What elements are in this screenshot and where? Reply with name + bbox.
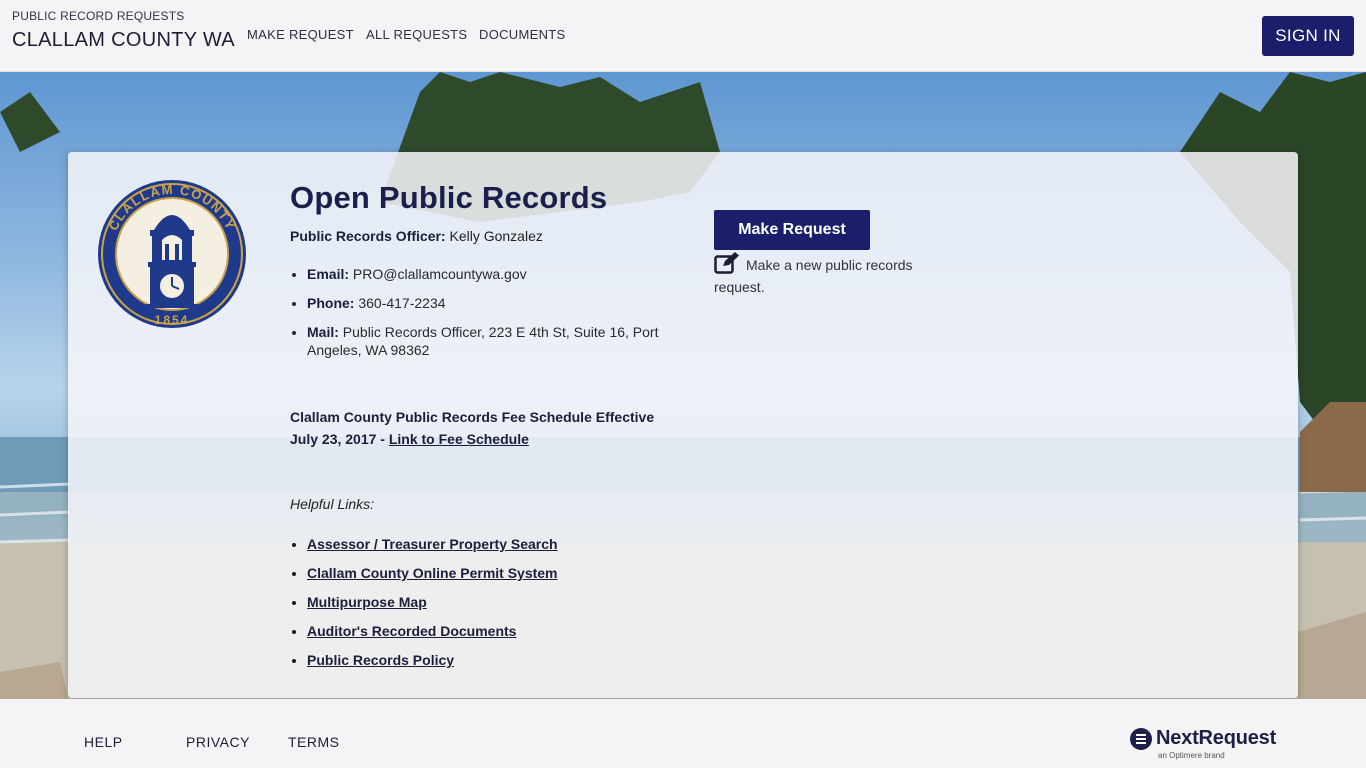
phone-value: 360-417-2234 <box>358 295 446 311</box>
footer-terms-link[interactable]: TERMS <box>288 734 340 750</box>
make-request-description: Make a new public records request. <box>714 252 954 298</box>
contact-phone: Phone: 360-417-2234 <box>307 294 707 312</box>
list-item: Clallam County Online Permit System <box>307 564 707 583</box>
fee-schedule-notice: Clallam County Public Records Fee Schedu… <box>290 406 680 450</box>
list-item: Auditor's Recorded Documents <box>307 622 707 641</box>
nextrequest-name: NextRequest <box>1156 727 1277 749</box>
email-value: PRO@clallamcountywa.gov <box>352 266 527 282</box>
nav-all-requests[interactable]: ALL REQUESTS <box>366 27 467 42</box>
list-item: Multipurpose Map <box>307 593 707 612</box>
fee-schedule-link[interactable]: Link to Fee Schedule <box>389 431 529 447</box>
multipurpose-map-link[interactable]: Multipurpose Map <box>307 594 427 610</box>
site-subtitle: PUBLIC RECORD REQUESTS <box>12 9 185 23</box>
nav-documents[interactable]: DOCUMENTS <box>479 27 565 42</box>
nextrequest-icon <box>1130 728 1152 750</box>
county-seal-logo: CLALLAM COUNTY 1854 <box>98 180 246 328</box>
nav-make-request[interactable]: MAKE REQUEST <box>247 27 354 42</box>
auditor-documents-link[interactable]: Auditor's Recorded Documents <box>307 623 516 639</box>
site-title[interactable]: CLALLAM COUNTY WA <box>12 29 235 52</box>
seal-year: 1854 <box>155 313 190 327</box>
nextrequest-tagline: an Optimere brand <box>1158 751 1225 760</box>
footer: HELP PRIVACY TERMS NextRequest an Optime… <box>0 699 1366 768</box>
contact-mail: Mail: Public Records Officer, 223 E 4th … <box>307 323 707 359</box>
contact-list: Email: PRO@clallamcountywa.gov Phone: 36… <box>290 265 707 370</box>
records-policy-link[interactable]: Public Records Policy <box>307 652 454 668</box>
content-card: CLALLAM COUNTY 1854 Open Public Records … <box>68 152 1298 698</box>
list-item: Assessor / Treasurer Property Search <box>307 535 707 554</box>
permit-system-link[interactable]: Clallam County Online Permit System <box>307 565 558 581</box>
officer-label: Public Records Officer: <box>290 228 446 244</box>
edit-icon <box>714 252 739 274</box>
sign-in-button[interactable]: SIGN IN <box>1262 16 1354 56</box>
page-title: Open Public Records <box>290 180 608 215</box>
assessor-treasurer-link[interactable]: Assessor / Treasurer Property Search <box>307 536 558 552</box>
footer-help-link[interactable]: HELP <box>84 734 123 750</box>
phone-label: Phone: <box>307 295 355 311</box>
records-officer: Public Records Officer: Kelly Gonzalez <box>290 228 543 244</box>
list-item: Public Records Policy <box>307 651 707 670</box>
contact-email: Email: PRO@clallamcountywa.gov <box>307 265 707 283</box>
helpful-links-list: Assessor / Treasurer Property Search Cla… <box>290 535 707 680</box>
email-label: Email: <box>307 266 350 282</box>
helpful-links-heading: Helpful Links: <box>290 496 375 512</box>
mail-label: Mail: <box>307 324 339 340</box>
make-request-desc-text: Make a new public records request. <box>714 257 913 295</box>
footer-privacy-link[interactable]: PRIVACY <box>186 734 250 750</box>
nextrequest-logo[interactable]: NextRequest an Optimere brand <box>1130 727 1290 763</box>
mail-value: Public Records Officer, 223 E 4th St, Su… <box>307 324 659 358</box>
make-request-button[interactable]: Make Request <box>714 210 870 250</box>
officer-name: Kelly Gonzalez <box>449 228 543 244</box>
top-navbar: PUBLIC RECORD REQUESTS CLALLAM COUNTY WA… <box>0 0 1366 72</box>
